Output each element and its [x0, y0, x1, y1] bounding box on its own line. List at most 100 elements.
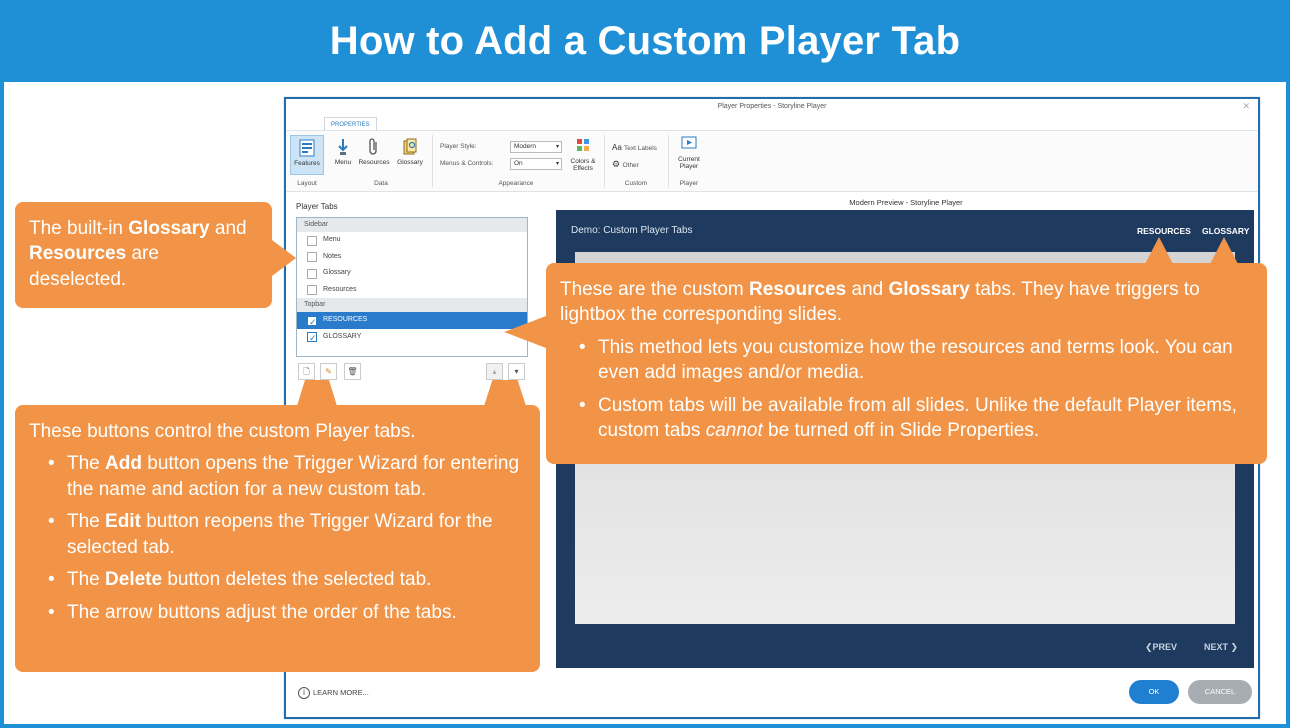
callout-bold: Resources	[29, 243, 127, 265]
menu-button[interactable]: Menu	[330, 138, 356, 166]
menu-download-icon	[338, 139, 348, 155]
callout-pointer	[504, 316, 546, 348]
callout-builtin-deselected: The built-in Glossary and Resources are …	[15, 202, 272, 308]
sidebar-item-glossary[interactable]: Glossary	[297, 265, 527, 282]
checkbox[interactable]	[307, 314, 317, 330]
next-label: NEXT	[1204, 642, 1229, 652]
features-icon	[299, 139, 315, 157]
sidebar-item-label: Resources	[323, 285, 357, 293]
callout-bullet: The arrow buttons adjust the order of th…	[29, 600, 526, 626]
checkbox[interactable]	[307, 285, 317, 295]
group-custom-label: Custom	[624, 180, 648, 187]
next-button[interactable]: NEXT ❯	[1204, 642, 1238, 653]
chevron-left-icon: ❮	[1145, 642, 1153, 652]
palette-icon	[577, 139, 589, 151]
paperclip-icon	[369, 138, 377, 155]
dialog-title: Player Properties - Storyline Player	[717, 103, 827, 110]
prev-label: PREV	[1152, 642, 1178, 652]
group-player-label: Player	[679, 180, 699, 187]
group-layout-label: Layout	[297, 180, 317, 187]
checkbox[interactable]	[307, 268, 317, 279]
move-up-button[interactable]: ▴	[486, 363, 503, 380]
resources-button[interactable]: Resources	[356, 138, 392, 166]
preview-tab-glossary[interactable]: GLOSSARY	[1202, 226, 1249, 236]
player-style-select[interactable]: Modern	[510, 141, 562, 153]
features-button[interactable]: Features	[290, 135, 324, 175]
callout-text: The	[67, 453, 106, 475]
current-player-label: Current Player	[678, 156, 700, 170]
callout-text: button deletes the selected tab.	[162, 569, 432, 591]
callout-bold: Resources	[749, 279, 847, 300]
prev-button[interactable]: ❮PREV	[1145, 642, 1177, 653]
callout-bold: Glossary	[128, 218, 210, 239]
other-button[interactable]: ⚙ Other	[612, 159, 639, 170]
callout-pointer	[1145, 237, 1173, 264]
checkbox[interactable]	[307, 252, 317, 262]
colors-effects-button[interactable]: Colors & Effects	[566, 137, 600, 172]
glossary-label: Glossary	[397, 159, 423, 166]
learn-more-label: LEARN MORE...	[313, 688, 369, 697]
sidebar-item-menu[interactable]: Menu	[297, 232, 527, 249]
checkbox[interactable]	[307, 330, 317, 347]
menu-label: Menu	[334, 159, 352, 166]
callout-bullet: The Add button opens the Trigger Wizard …	[29, 451, 526, 502]
current-player-button[interactable]: Current Player	[672, 135, 706, 170]
menus-controls-label: Menus & Controls:	[440, 160, 494, 167]
sidebar-item-label: Glossary	[323, 269, 351, 276]
dialog-footer: i LEARN MORE... OK CANCEL	[286, 669, 1258, 717]
topbar-item-label: GLOSSARY	[323, 332, 362, 340]
callout-pointer	[1210, 237, 1238, 264]
edit-icon: ✎	[325, 367, 332, 376]
callout-bold: Glossary	[888, 279, 970, 300]
callout-text: These are the custom	[560, 279, 750, 300]
callout-text: The	[67, 511, 106, 533]
move-down-button[interactable]: ▾	[508, 363, 525, 380]
topbar-item-glossary[interactable]: GLOSSARY	[297, 329, 527, 347]
player-icon	[681, 136, 697, 149]
callout-bullet: The Delete button deletes the selected t…	[29, 567, 526, 593]
player-style-label: Player Style:	[440, 143, 477, 150]
other-label: Other	[622, 162, 639, 169]
topbar-item-resources[interactable]: RESOURCES	[297, 312, 527, 330]
ribbon-separator	[432, 135, 433, 187]
callout-heading: These buttons control the custom Player …	[29, 421, 416, 442]
topbar-section-header: Topbar	[297, 298, 527, 312]
player-tabs-list: Sidebar Menu Notes Glossary Resources To…	[296, 217, 528, 357]
features-label: Features	[294, 160, 320, 167]
callout-pointer	[272, 240, 296, 276]
edit-tab-button[interactable]: ✎	[320, 363, 337, 380]
callout-custom-tabs: These are the custom Resources and Gloss…	[546, 263, 1267, 464]
tab-properties[interactable]: PROPERTIES	[324, 117, 377, 131]
close-icon[interactable]: ✕	[1242, 101, 1250, 112]
ribbon-separator	[604, 135, 605, 187]
checkbox[interactable]	[307, 235, 317, 246]
text-labels-button[interactable]: Aa Text Labels	[612, 143, 657, 152]
callout-bullet: This method lets you customize how the r…	[560, 335, 1253, 386]
menus-controls-select[interactable]: On	[510, 158, 562, 170]
callout-bold: Edit	[105, 511, 141, 533]
sidebar-item-resources[interactable]: Resources	[297, 282, 527, 299]
callout-bullet: The Edit button reopens the Trigger Wiza…	[29, 509, 526, 560]
preview-tab-resources[interactable]: RESOURCES	[1137, 226, 1191, 236]
chevron-right-icon: ❯	[1228, 642, 1239, 652]
callout-bold: Delete	[105, 569, 163, 591]
colors-effects-label: Colors & Effects	[570, 158, 596, 172]
callout-bullets: The Add button opens the Trigger Wizard …	[29, 451, 526, 625]
ok-button[interactable]: OK	[1129, 680, 1179, 704]
learn-more-link[interactable]: i LEARN MORE...	[298, 687, 369, 699]
group-data-label: Data	[374, 180, 388, 187]
sidebar-item-notes[interactable]: Notes	[297, 249, 527, 266]
cancel-button[interactable]: CANCEL	[1188, 680, 1252, 704]
callout-bullets: This method lets you customize how the r…	[560, 335, 1253, 444]
sidebar-item-label: Notes	[323, 252, 342, 260]
callout-text: and	[209, 218, 247, 239]
arrow-down-icon: ▾	[514, 367, 519, 376]
ribbon-separator	[668, 135, 669, 187]
callout-buttons: These buttons control the custom Player …	[15, 405, 540, 672]
add-tab-button[interactable]: 🗋	[298, 363, 315, 380]
delete-tab-button[interactable]: 🗑	[344, 363, 361, 380]
trash-icon: 🗑	[347, 367, 358, 376]
course-title: Demo: Custom Player Tabs	[571, 225, 693, 236]
glossary-button[interactable]: Glossary	[394, 138, 426, 166]
sidebar-section-header: Sidebar	[297, 218, 527, 232]
